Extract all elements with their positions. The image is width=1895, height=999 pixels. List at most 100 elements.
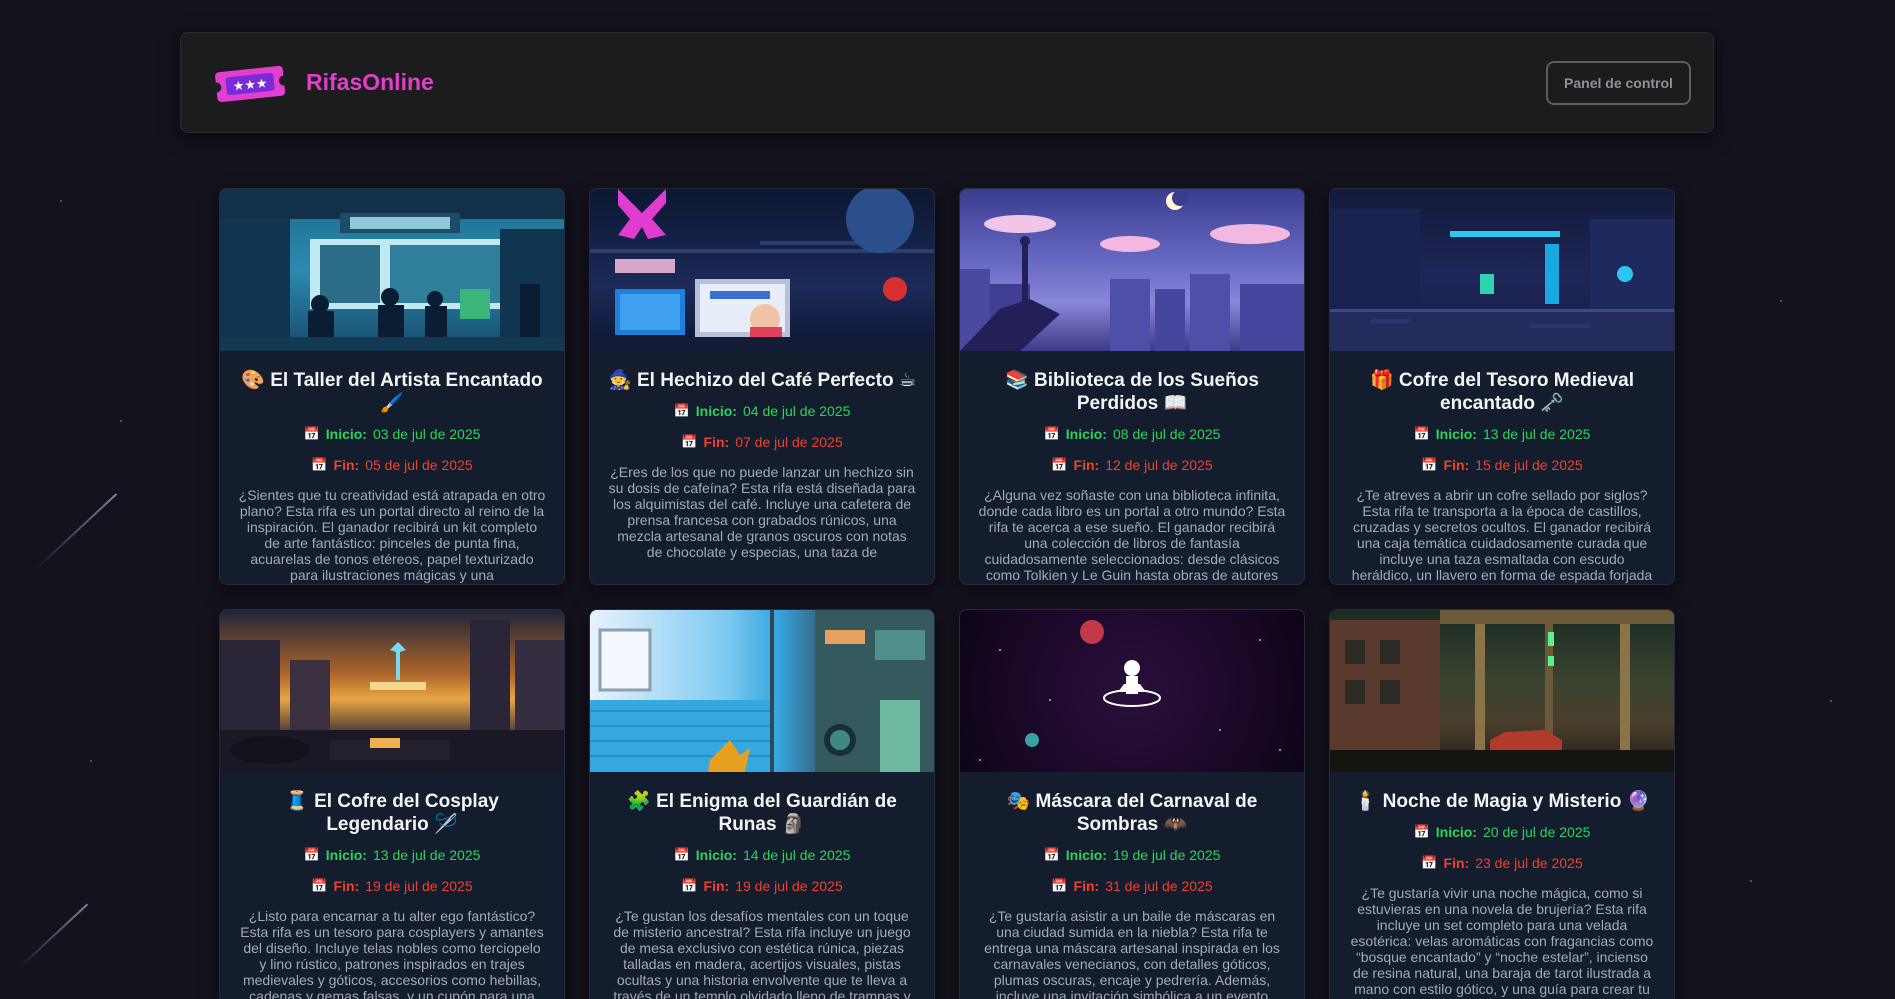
- raffle-image: [220, 189, 564, 351]
- start-date: 📅 Inicio: 03 de jul de 2025: [234, 425, 550, 443]
- start-label: Inicio:: [325, 426, 367, 442]
- raffle-title: 🕯️ Noche de Magia y Misterio 🔮: [1353, 791, 1651, 812]
- start-date: 📅 Inicio: 08 de jul de 2025: [974, 425, 1290, 443]
- raffle-image: [960, 189, 1304, 351]
- raffle-card[interactable]: 📚 Biblioteca de los Sueños Perdidos 📖 📅 …: [959, 188, 1305, 585]
- calendar-icon: 📅: [673, 847, 690, 862]
- calendar-icon: 📅: [1421, 457, 1438, 472]
- raffle-image: [590, 189, 934, 351]
- calendar-icon: 📅: [303, 426, 320, 441]
- raffle-description: ¿Te atreves a abrir un cofre sellado por…: [1351, 487, 1653, 583]
- end-date: 📅 Fin: 19 de jul de 2025: [604, 877, 920, 895]
- raffle-image: [590, 610, 934, 772]
- start-value: 20 de jul de 2025: [1482, 824, 1591, 840]
- end-label: Fin:: [703, 878, 730, 894]
- calendar-icon: 📅: [673, 403, 690, 418]
- raffle-card[interactable]: 🧙 El Hechizo del Café Perfecto ☕ 📅 Inici…: [589, 188, 935, 585]
- calendar-icon: 📅: [1051, 878, 1068, 893]
- star: [120, 420, 122, 422]
- star: [60, 200, 62, 202]
- star: [1780, 300, 1782, 302]
- star: [90, 760, 92, 762]
- shooting-star: [17, 903, 89, 970]
- start-label: Inicio:: [1435, 426, 1477, 442]
- raffle-title: 🧙 El Hechizo del Café Perfecto ☕: [608, 370, 916, 391]
- start-label: Inicio:: [1065, 847, 1107, 863]
- start-label: Inicio:: [695, 847, 737, 863]
- brand-name: RifasOnline: [306, 69, 434, 95]
- raffle-card[interactable]: 🧩 El Enigma del Guardián de Runas 🗿 📅 In…: [589, 609, 935, 999]
- end-label: Fin:: [1073, 457, 1100, 473]
- navbar: ★★★ RifasOnline Panel de control: [180, 32, 1714, 133]
- raffle-card[interactable]: 🕯️ Noche de Magia y Misterio 🔮 📅 Inicio:…: [1329, 609, 1675, 999]
- raffle-card[interactable]: 🎭 Máscara del Carnaval de Sombras 🦇 📅 In…: [959, 609, 1305, 999]
- end-label: Fin:: [333, 457, 360, 473]
- ticket-logo-icon: ★★★: [215, 65, 286, 102]
- raffle-title: 🧵 El Cofre del Cosplay Legendario 🪡: [285, 791, 499, 835]
- raffle-description: ¿Alguna vez soñaste con una biblioteca i…: [978, 487, 1286, 583]
- end-value: 19 de jul de 2025: [735, 878, 843, 894]
- end-date: 📅 Fin: 12 de jul de 2025: [974, 456, 1290, 474]
- end-value: 19 de jul de 2025: [365, 878, 473, 894]
- raffle-title: 🎨 El Taller del Artista Encantado 🖌️: [241, 370, 543, 414]
- end-label: Fin:: [1073, 878, 1100, 894]
- start-value: 08 de jul de 2025: [1112, 426, 1221, 442]
- start-label: Inicio:: [695, 403, 737, 419]
- raffle-title: 📚 Biblioteca de los Sueños Perdidos 📖: [1005, 370, 1259, 414]
- raffle-description: ¿Listo para encarnar a tu alter ego fant…: [240, 908, 544, 999]
- start-value: 19 de jul de 2025: [1112, 847, 1221, 863]
- raffle-title: 🎁 Cofre del Tesoro Medieval encantado 🗝️: [1369, 370, 1635, 414]
- star: [1830, 700, 1832, 702]
- end-value: 05 de jul de 2025: [365, 457, 473, 473]
- end-label: Fin:: [1443, 855, 1470, 871]
- raffle-description: ¿Eres de los que no puede lanzar un hech…: [608, 464, 916, 560]
- raffle-card[interactable]: 🎨 El Taller del Artista Encantado 🖌️ 📅 I…: [219, 188, 565, 585]
- end-date: 📅 Fin: 23 de jul de 2025: [1344, 854, 1660, 872]
- calendar-icon: 📅: [1043, 426, 1060, 441]
- calendar-icon: 📅: [1413, 824, 1430, 839]
- raffle-description: ¿Te gustan los desafíos mentales con un …: [613, 908, 911, 999]
- calendar-icon: 📅: [303, 847, 320, 862]
- end-label: Fin:: [333, 878, 360, 894]
- start-label: Inicio:: [325, 847, 367, 863]
- raffle-grid: 🎨 El Taller del Artista Encantado 🖌️ 📅 I…: [219, 188, 1676, 999]
- start-label: Inicio:: [1435, 824, 1477, 840]
- calendar-icon: 📅: [311, 457, 328, 472]
- end-label: Fin:: [703, 434, 730, 450]
- end-value: 31 de jul de 2025: [1105, 878, 1213, 894]
- start-date: 📅 Inicio: 14 de jul de 2025: [604, 846, 920, 864]
- start-date: 📅 Inicio: 20 de jul de 2025: [1344, 823, 1660, 841]
- start-label: Inicio:: [1065, 426, 1107, 442]
- end-date: 📅 Fin: 05 de jul de 2025: [234, 456, 550, 474]
- calendar-icon: 📅: [1421, 855, 1438, 870]
- start-value: 13 de jul de 2025: [372, 847, 481, 863]
- raffle-image: [1330, 610, 1674, 772]
- end-label: Fin:: [1443, 457, 1470, 473]
- end-value: 07 de jul de 2025: [735, 434, 843, 450]
- end-date: 📅 Fin: 07 de jul de 2025: [604, 433, 920, 451]
- end-value: 15 de jul de 2025: [1475, 457, 1583, 473]
- start-value: 14 de jul de 2025: [742, 847, 851, 863]
- raffle-title: 🎭 Máscara del Carnaval de Sombras 🦇: [1006, 791, 1258, 835]
- shooting-star: [35, 493, 118, 570]
- panel-de-control-button[interactable]: Panel de control: [1546, 60, 1691, 105]
- start-date: 📅 Inicio: 13 de jul de 2025: [1344, 425, 1660, 443]
- raffle-card[interactable]: 🎁 Cofre del Tesoro Medieval encantado 🗝️…: [1329, 188, 1675, 585]
- calendar-icon: 📅: [311, 878, 328, 893]
- calendar-icon: 📅: [681, 878, 698, 893]
- calendar-icon: 📅: [1043, 847, 1060, 862]
- calendar-icon: 📅: [681, 434, 698, 449]
- raffle-description: ¿Te gustaría vivir una noche mágica, com…: [1350, 885, 1654, 997]
- start-date: 📅 Inicio: 19 de jul de 2025: [974, 846, 1290, 864]
- start-value: 04 de jul de 2025: [742, 403, 851, 419]
- start-value: 13 de jul de 2025: [1482, 426, 1591, 442]
- raffle-card[interactable]: 🧵 El Cofre del Cosplay Legendario 🪡 📅 In…: [219, 609, 565, 999]
- raffle-image: [960, 610, 1304, 772]
- start-date: 📅 Inicio: 04 de jul de 2025: [604, 402, 920, 420]
- end-date: 📅 Fin: 15 de jul de 2025: [1344, 456, 1660, 474]
- end-date: 📅 Fin: 31 de jul de 2025: [974, 877, 1290, 895]
- raffle-description: ¿Te gustaría asistir a un baile de másca…: [984, 908, 1280, 999]
- brand[interactable]: ★★★ RifasOnline: [214, 59, 434, 107]
- raffle-description: ¿Sientes que tu creatividad está atrapad…: [238, 487, 546, 583]
- star: [1750, 880, 1752, 882]
